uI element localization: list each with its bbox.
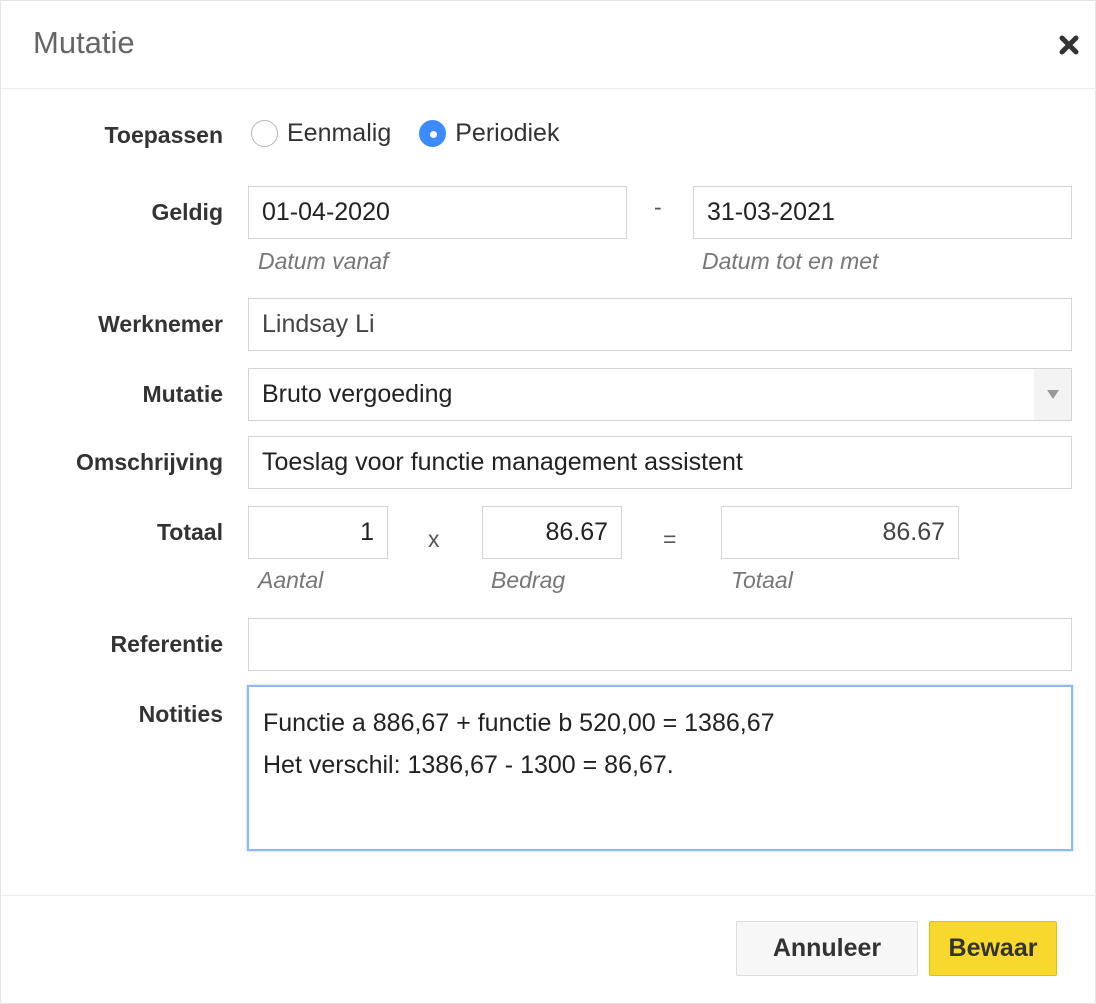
radio-unchecked-icon[interactable] bbox=[251, 120, 278, 147]
omschrijving-label: Omschrijving bbox=[76, 449, 223, 475]
referentie-label: Referentie bbox=[110, 631, 223, 657]
aantal-input[interactable]: 1 bbox=[248, 506, 388, 559]
times-sign: x bbox=[428, 526, 440, 552]
notities-label: Notities bbox=[138, 701, 223, 727]
bedrag-input[interactable]: 86.67 bbox=[482, 506, 622, 559]
date-to-hint: Datum tot en met bbox=[702, 248, 879, 274]
radio-periodiek-label: Periodiek bbox=[455, 119, 560, 147]
toepassen-label: Toepassen bbox=[104, 122, 223, 148]
radio-eenmalig[interactable]: Eenmalig bbox=[251, 119, 391, 148]
referentie-input[interactable] bbox=[248, 618, 1072, 671]
totaal-output: 86.67 bbox=[721, 506, 959, 559]
radio-periodiek[interactable]: Periodiek bbox=[419, 119, 559, 148]
date-from-hint: Datum vanaf bbox=[258, 248, 389, 274]
geldig-label: Geldig bbox=[151, 199, 223, 225]
notities-line: Het verschil: 1386,67 - 1300 = 86,67. bbox=[263, 751, 674, 779]
date-from-input[interactable]: 01-04-2020 bbox=[248, 186, 627, 239]
bedrag-hint: Bedrag bbox=[491, 567, 566, 593]
radio-checked-icon[interactable] bbox=[419, 120, 447, 147]
mutatie-select[interactable]: Bruto vergoeding bbox=[248, 368, 1072, 421]
notities-textarea[interactable]: Functie a 886,67 + functie b 520,00 = 13… bbox=[247, 685, 1073, 851]
toepassen-radio-group: Eenmalig Periodiek bbox=[251, 119, 587, 148]
save-button[interactable]: Bewaar bbox=[929, 921, 1057, 976]
date-separator: - bbox=[654, 194, 662, 220]
chevron-down-icon[interactable] bbox=[1034, 369, 1071, 420]
cancel-button[interactable]: Annuleer bbox=[736, 921, 918, 976]
date-to-input[interactable]: 31-03-2021 bbox=[693, 186, 1072, 239]
close-icon[interactable] bbox=[1055, 31, 1083, 59]
equals-sign: = bbox=[663, 526, 677, 552]
totaal-label: Totaal bbox=[156, 519, 223, 545]
dialog-header: Mutatie bbox=[1, 1, 1096, 89]
dialog-footer: Annuleer Bewaar bbox=[1, 895, 1096, 1004]
aantal-hint: Aantal bbox=[258, 567, 324, 593]
mutatie-dialog: Mutatie Toepassen Eenmalig Periodiek Gel… bbox=[0, 0, 1096, 1004]
omschrijving-input[interactable]: Toeslag voor functie management assisten… bbox=[248, 436, 1072, 489]
dialog-title: Mutatie bbox=[33, 25, 135, 60]
werknemer-input[interactable]: Lindsay Li bbox=[248, 298, 1072, 351]
mutatie-label: Mutatie bbox=[142, 381, 224, 407]
totaal-hint: Totaal bbox=[731, 567, 793, 593]
radio-eenmalig-label: Eenmalig bbox=[287, 119, 392, 147]
notities-line: Functie a 886,67 + functie b 520,00 = 13… bbox=[263, 709, 775, 737]
werknemer-label: Werknemer bbox=[98, 311, 223, 337]
